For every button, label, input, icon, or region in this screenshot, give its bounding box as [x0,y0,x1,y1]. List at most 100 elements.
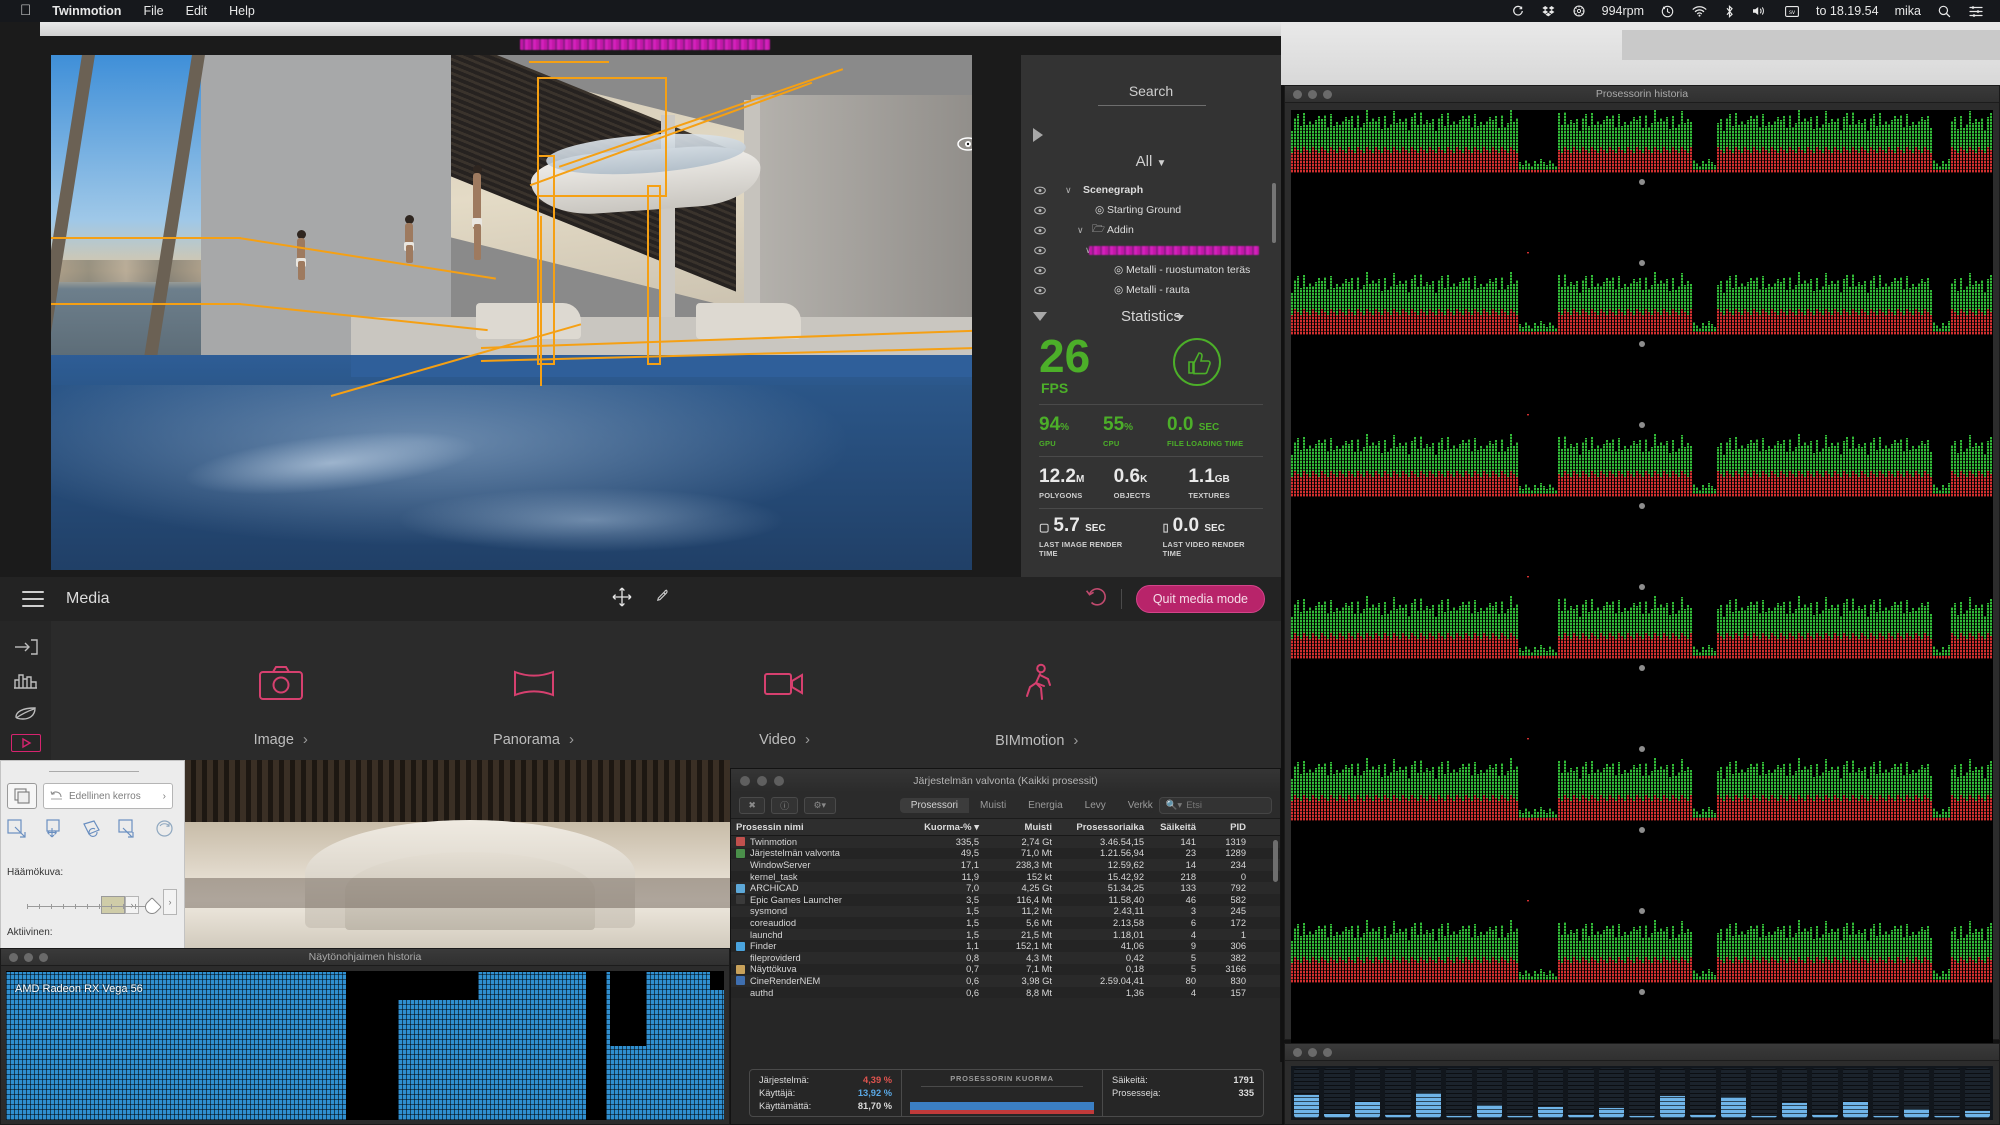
column-header-pid[interactable]: PID [1201,822,1251,833]
eye-icon[interactable] [1034,246,1046,255]
tree-toggle-icon[interactable]: ∨ [1065,185,1074,196]
tab-energia[interactable]: Energia [1017,797,1074,813]
menu-help[interactable]: Help [218,0,266,22]
panel-collapse-arrow-icon[interactable] [1033,128,1043,142]
track-handle[interactable] [1639,827,1645,833]
column-header-cpu[interactable]: Kuorma-% ▾ [916,822,984,833]
column-header-memory[interactable]: Muisti [984,822,1057,833]
menu-edit[interactable]: Edit [175,0,219,22]
ghost-more-chevron[interactable]: › [163,889,177,915]
landscape-leaf-icon[interactable] [13,702,39,728]
chevron-down-icon[interactable] [1176,315,1184,320]
table-row[interactable]: Finder 1,1 152,1 Mt 41,06 9 306 [731,940,1280,952]
table-row[interactable]: Epic Games Launcher 3,5 116,4 Mt 11.58,40 46… [731,893,1280,906]
window-controls[interactable] [1285,1047,1332,1057]
menu-twinmotion[interactable]: Twinmotion [41,0,132,22]
track-handle[interactable] [1639,908,1645,914]
media-card-panorama[interactable]: Panorama › [493,664,574,748]
import-icon[interactable] [13,636,39,662]
track-handle[interactable] [1639,179,1645,185]
eye-icon[interactable] [1034,226,1046,235]
urban-icon[interactable] [13,669,39,695]
rotate-icon[interactable] [81,819,102,843]
twinmotion-titlebar[interactable] [40,22,1281,36]
input-source-icon[interactable]: sv [1776,5,1808,17]
track-handle[interactable] [1639,260,1645,266]
column-header-threads[interactable]: Säikeitä [1149,822,1201,833]
twinmotion-viewport[interactable] [51,55,972,570]
eye-icon[interactable] [957,137,972,151]
table-row[interactable]: Twinmotion 335,5 2,74 Gt 3.46.54,15 141 1319 [731,836,1280,848]
eye-icon[interactable] [1034,266,1046,275]
siri-icon[interactable] [1503,5,1533,17]
volume-icon[interactable] [1743,5,1776,17]
chevron-right-icon[interactable]: › [163,791,166,802]
scenegraph-search[interactable]: Search [1021,55,1281,111]
track-handle[interactable] [1639,341,1645,347]
menu-file[interactable]: File [132,0,174,22]
archicad-viewport[interactable] [185,760,730,950]
table-row[interactable]: ARCHICAD 7,0 4,25 Gt 51.34,25 133 792 [731,882,1280,894]
column-header-name[interactable]: Prosessin nimi [731,822,916,833]
dropbox-icon[interactable] [1533,5,1564,17]
media-card-image[interactable]: Image › [254,664,308,748]
apple-menu-icon[interactable]:  [10,1,41,21]
minimize-button[interactable] [1308,1047,1317,1057]
wifi-icon[interactable] [1683,5,1716,17]
column-header-cputime[interactable]: Prosessoriaika [1057,822,1149,833]
tree-row-starting-ground[interactable]: ◎ Starting Ground [1021,200,1281,220]
table-row[interactable] [731,998,1280,1010]
eye-icon[interactable] [1034,206,1046,215]
control-center-icon[interactable] [1960,5,1992,17]
track-handle[interactable] [1639,989,1645,995]
table-row[interactable]: Järjestelmän valvonta 49,5 71,0 Mt 1.21.56,… [731,847,1280,860]
track-handle[interactable] [1639,503,1645,509]
track-handle[interactable] [1639,665,1645,671]
media-icon[interactable] [11,734,41,752]
previous-layer-field[interactable]: Edellinen kerros › [43,783,173,809]
eye-icon[interactable] [1034,186,1046,195]
eye-icon[interactable] [1034,286,1046,295]
tab-verkko[interactable]: Verkko [1116,797,1153,813]
tree-row-addin[interactable]: ∨ 🗁 Addin [1021,220,1281,240]
tab-muisti[interactable]: Muisti [969,797,1018,813]
move-icon[interactable] [44,819,65,843]
stop-process-icon[interactable]: ✖ [739,796,766,814]
scenegraph-scrollbar[interactable] [1272,183,1276,243]
tree-row-redacted-1[interactable]: ∨ [1021,240,1281,260]
time-machine-icon[interactable] [1652,5,1683,18]
tree-row-metalli-ruostumaton[interactable]: ◎ Metalli - ruostumaton teräs [1021,260,1281,280]
process-table-scrollbar[interactable] [1273,840,1278,882]
clock-label[interactable]: to 18.19.54 [1808,0,1887,22]
drag-copy-icon[interactable] [7,819,28,843]
refresh-icon[interactable] [155,819,174,843]
table-row[interactable]: kernel_task 11,9 152 kt 15.42,92 218 0 [731,870,1280,883]
table-row[interactable]: WindowServer 17,1 238,3 Mt 12.59,62 14 234 [731,859,1280,871]
scenegraph-filter[interactable]: All ▼ [1021,153,1281,170]
media-card-bimmotion[interactable]: BIMmotion › [995,663,1078,749]
table-row[interactable]: coreaudiod 1,5 5,6 Mt 2.13,58 6 172 [731,917,1280,929]
zoom-button[interactable] [1323,1047,1332,1057]
table-row[interactable]: sysmond 1,5 11,2 Mt 2.43,11 3 245 [731,905,1280,918]
cpu-history-titlebar[interactable]: Prosessorin historia [1285,86,1999,103]
close-button[interactable] [1293,1047,1302,1057]
media-card-video[interactable]: Video › [759,664,810,748]
statistics-header[interactable]: Statistics [1021,300,1281,334]
tab-prosessori[interactable]: Prosessori [899,797,970,813]
table-row[interactable]: CineRenderNEM 0,6 3,98 Gt 2.59.04,41 80 830 [731,975,1280,987]
core-meter-titlebar[interactable] [1285,1044,1999,1061]
tree-row-metalli-rauta[interactable]: ◎ Metalli - rauta [1021,280,1281,300]
layers-icon[interactable] [7,783,37,809]
table-row[interactable]: Näyttökuva 0,7 7,1 Mt 0,18 5 3166 [731,963,1280,976]
ghost-opacity-slider[interactable] [27,897,162,917]
eyedropper-icon[interactable] [654,588,670,611]
info-icon[interactable]: ⓘ [771,796,798,814]
gpu-history-titlebar[interactable]: Näytönohjaimen historia [1,949,729,966]
user-label[interactable]: mika [1887,0,1929,22]
table-row[interactable]: authd 0,6 8,8 Mt 1,36 4 157 [731,986,1280,999]
tree-toggle-icon[interactable]: ∨ [1077,225,1086,236]
tab-levy[interactable]: Levy [1073,797,1117,813]
slider-knob[interactable] [142,897,162,917]
bluetooth-icon[interactable] [1716,4,1743,18]
search-input[interactable]: 🔍▾ Etsi [1158,796,1273,814]
